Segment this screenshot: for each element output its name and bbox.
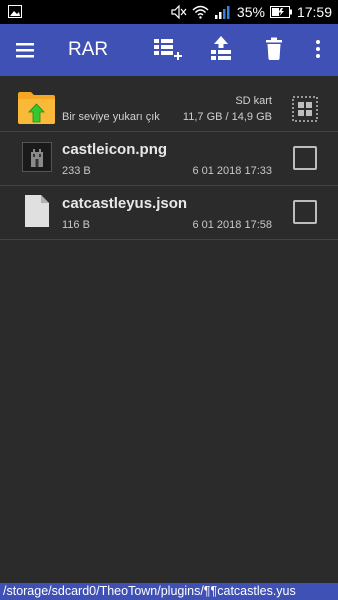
app-bar: RAR — [0, 24, 338, 76]
select-checkbox[interactable] — [293, 146, 317, 170]
grid-view-button[interactable] — [292, 96, 318, 122]
status-bar: 35% 17:59 — [0, 0, 338, 24]
storage-space: 11,7 GB / 14,9 GB — [182, 111, 272, 123]
wifi-icon — [192, 5, 209, 19]
document-file-icon — [24, 194, 50, 233]
storage-name: SD kart — [235, 95, 272, 107]
image-file-icon — [22, 142, 52, 177]
mute-icon — [171, 5, 187, 19]
battery-percent: 35% — [236, 4, 265, 20]
app-title: RAR — [68, 39, 109, 60]
delete-icon — [264, 37, 284, 66]
file-size: 116 B — [62, 219, 90, 231]
add-to-archive-icon — [152, 36, 182, 67]
file-date: 6 01 2018 17:58 — [192, 219, 272, 231]
current-path: /storage/sdcard0/TheoTown/plugins/¶¶catc… — [0, 583, 338, 600]
parent-directory-label: Bir seviye yukarı çık — [62, 111, 160, 123]
list-item[interactable]: catcastleyus.json 116 B 6 01 2018 17:58 — [0, 186, 338, 240]
signal-icon — [214, 5, 232, 19]
status-icons: 35% 17:59 — [171, 0, 332, 24]
more-options-button[interactable] — [303, 36, 333, 66]
extract-button[interactable] — [206, 35, 236, 68]
folder-up-icon — [17, 90, 57, 131]
more-vert-icon — [315, 39, 321, 64]
file-name: castleicon.png — [62, 141, 168, 158]
file-size: 233 B — [62, 165, 91, 177]
select-checkbox[interactable] — [293, 200, 317, 224]
image-notification-icon — [8, 5, 22, 18]
parent-directory-row[interactable]: Bir seviye yukarı çık SD kart 11,7 GB / … — [0, 76, 338, 132]
extract-icon — [208, 35, 234, 68]
file-name: catcastleyus.json — [62, 195, 188, 212]
clock: 17:59 — [296, 4, 332, 20]
battery-icon — [269, 6, 292, 18]
grid-view-icon — [292, 96, 318, 126]
add-to-archive-button[interactable] — [152, 36, 182, 66]
file-date: 6 01 2018 17:33 — [192, 165, 272, 177]
delete-button[interactable] — [259, 36, 289, 66]
file-list: Bir seviye yukarı çık SD kart 11,7 GB / … — [0, 76, 338, 240]
menu-icon[interactable] — [14, 40, 36, 60]
list-item[interactable]: castleicon.png 233 B 6 01 2018 17:33 — [0, 132, 338, 186]
